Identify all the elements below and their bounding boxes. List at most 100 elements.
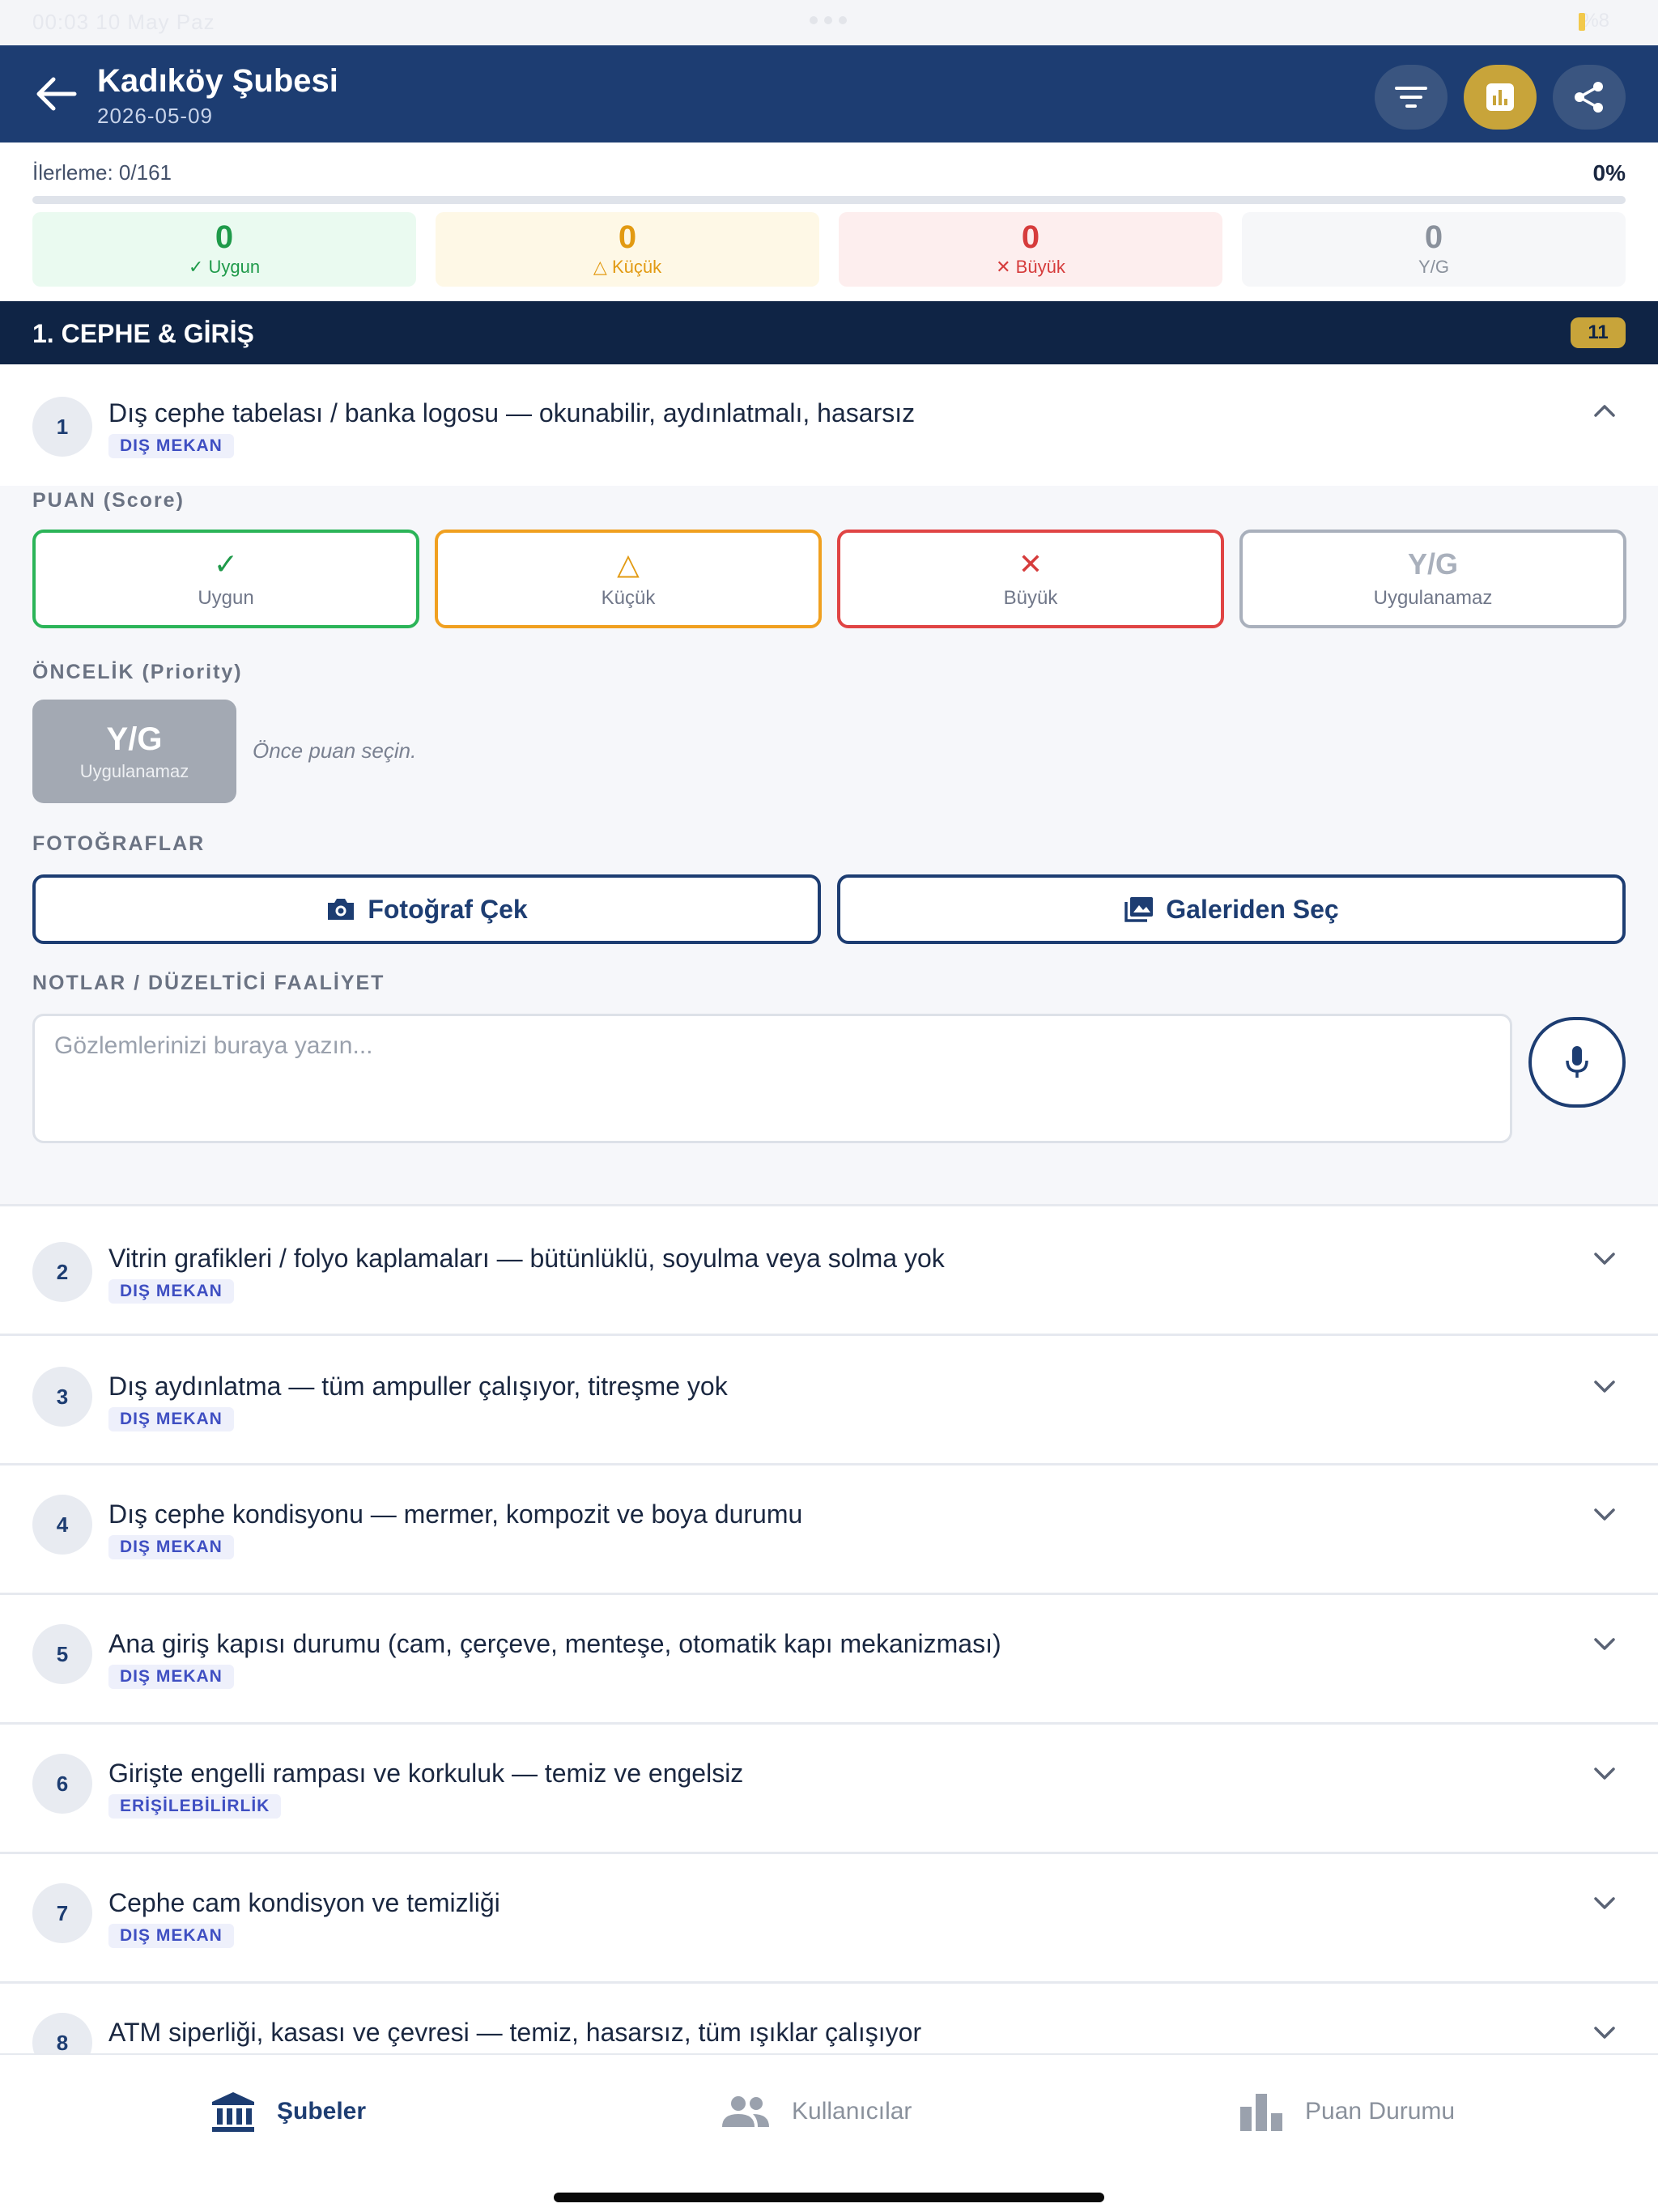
score-section-label: PUAN (Score) — [32, 489, 185, 512]
voice-input-button[interactable] — [1528, 1017, 1626, 1108]
nav-branches-label: Şubeler — [277, 2098, 367, 2125]
take-photo-button[interactable]: Fotoğraf Çek — [32, 874, 821, 944]
item-number: 1 — [32, 397, 92, 457]
item-text: Dış cephe kondisyonu — mermer, kompozit … — [108, 1499, 803, 1529]
section-title: 1. CEPHE & GİRİŞ — [32, 319, 254, 348]
chevron-up-icon[interactable] — [1593, 403, 1616, 418]
status-bar: 00:03 10 May Paz %8 — [0, 0, 1658, 45]
item-number: 3 — [32, 1367, 92, 1427]
photos-section-label: FOTOĞRAFLAR — [32, 832, 206, 855]
priority-section-label: ÖNCELİK (Priority) — [32, 661, 243, 683]
gallery-icon — [1124, 897, 1154, 922]
priority-chip: Y/G Uygulanamaz — [32, 700, 236, 803]
score-na-label: Uygulanamaz — [1373, 587, 1493, 609]
checklist-item-6[interactable]: 6 Girişte engelli rampası ve korkuluk — … — [0, 1725, 1658, 1854]
chevron-down-icon[interactable] — [1593, 2026, 1616, 2040]
counter-ok-value: 0 — [215, 219, 234, 255]
nav-scores[interactable]: Puan Durumu — [1239, 2087, 1455, 2136]
chevron-down-icon[interactable] — [1593, 1252, 1616, 1266]
nav-branches[interactable]: Şubeler — [210, 2087, 366, 2136]
item-tag: DIŞ MEKAN — [108, 1535, 234, 1559]
microphone-icon — [1566, 1046, 1588, 1078]
notes-input[interactable] — [54, 1032, 1490, 1125]
home-indicator[interactable] — [554, 2193, 1104, 2202]
item-text: Dış cephe tabelası / banka logosu — okun… — [108, 398, 916, 428]
priority-sub: Uygulanamaz — [79, 760, 189, 781]
section-header[interactable]: 1. CEPHE & GİRİŞ 11 — [0, 301, 1658, 364]
priority-value: Y/G — [106, 721, 163, 757]
report-button[interactable] — [1464, 65, 1537, 130]
score-major-button[interactable]: ✕ Büyük — [837, 530, 1224, 628]
priority-hint: Önce puan seçin. — [253, 738, 417, 763]
item-tag: DIŞ MEKAN — [108, 1279, 234, 1304]
counter-minor: 0 △ Küçük — [436, 212, 819, 287]
nav-users-label: Kullanıcılar — [792, 2098, 912, 2125]
report-chart-icon — [1486, 83, 1514, 111]
score-counters: 0 ✓ Uygun 0 △ Küçük 0 ✕ Büyük 0 Y/G — [32, 212, 1626, 287]
score-ok-button[interactable]: ✓ Uygun — [32, 530, 419, 628]
filter-icon — [1395, 87, 1427, 108]
score-minor-button[interactable]: △ Küçük — [435, 530, 822, 628]
item-text: Dış aydınlatma — tüm ampuller çalışıyor,… — [108, 1372, 728, 1401]
filter-button[interactable] — [1375, 65, 1448, 130]
checklist-item-5[interactable]: 5 Ana giriş kapısı durumu (cam, çerçeve,… — [0, 1595, 1658, 1725]
chevron-down-icon[interactable] — [1593, 1767, 1616, 1781]
share-button[interactable] — [1553, 65, 1626, 130]
checklist-item-3[interactable]: 3 Dış aydınlatma — tüm ampuller çalışıyo… — [0, 1336, 1658, 1465]
battery-icon — [1579, 13, 1585, 31]
item-text: ATM siperliği, kasası ve çevresi — temiz… — [108, 2018, 922, 2047]
chevron-down-icon[interactable] — [1593, 1896, 1616, 1911]
item-tag: DIŞ MEKAN — [108, 1924, 234, 1948]
share-icon — [1575, 82, 1603, 113]
score-ok-label: Uygun — [198, 587, 254, 609]
item-tag: ERİŞİLEBİLİRLİK — [108, 1794, 282, 1819]
checklist-item-7[interactable]: 7 Cephe cam kondisyon ve temizliği DIŞ M… — [0, 1854, 1658, 1984]
chevron-down-icon[interactable] — [1593, 1380, 1616, 1394]
item-text: Cephe cam kondisyon ve temizliği — [108, 1888, 500, 1917]
item-text: Ana giriş kapısı durumu (cam, çerçeve, m… — [108, 1629, 1001, 1658]
counter-na: 0 Y/G — [1242, 212, 1626, 287]
counter-ok: 0 ✓ Uygun — [32, 212, 416, 287]
checklist-item-2[interactable]: 2 Vitrin grafikleri / folyo kaplamaları … — [0, 1206, 1658, 1336]
item-number: 6 — [32, 1754, 92, 1814]
page-date: 2026-05-09 — [97, 104, 213, 128]
checklist-item-4[interactable]: 4 Dış cephe kondisyonu — mermer, kompozi… — [0, 1465, 1658, 1595]
score-na-button[interactable]: Y/G Uygulanamaz — [1239, 530, 1626, 628]
take-photo-label: Fotoğraf Çek — [368, 894, 528, 924]
item-number: 7 — [32, 1883, 92, 1943]
users-icon — [722, 2096, 769, 2127]
item-tag: DIŞ MEKAN — [108, 1407, 234, 1431]
bar-chart-icon — [1240, 2094, 1282, 2131]
progress-percent: 0% — [1592, 160, 1626, 185]
nav-users[interactable]: Kullanıcılar — [721, 2087, 912, 2136]
chevron-down-icon[interactable] — [1593, 1508, 1616, 1522]
cross-icon: ✕ — [1018, 547, 1044, 581]
counter-na-label: Y/G — [1418, 257, 1449, 277]
chevron-down-icon[interactable] — [1593, 1637, 1616, 1652]
item-1-detail-panel: PUAN (Score) ✓ Uygun △ Küçük ✕ Büyük Y/G… — [0, 486, 1658, 1206]
warning-triangle-icon: △ — [617, 547, 640, 581]
status-time: 00:03 10 May Paz — [32, 10, 215, 34]
multitasking-dots[interactable] — [810, 16, 847, 24]
item-text: Girişte engelli rampası ve korkuluk — te… — [108, 1759, 744, 1788]
item-text: Vitrin grafikleri / folyo kaplamaları — … — [108, 1244, 945, 1273]
back-arrow-icon[interactable] — [36, 76, 78, 112]
bank-icon — [212, 2092, 254, 2132]
camera-icon — [328, 899, 355, 920]
item-tag: DIŞ MEKAN — [108, 1665, 234, 1689]
check-icon: ✓ — [213, 547, 239, 581]
counter-na-value: 0 — [1424, 219, 1443, 255]
item-tag: DIŞ MEKAN — [108, 434, 234, 458]
notes-field-container — [32, 1014, 1512, 1143]
counter-major-label: ✕ Büyük — [996, 257, 1065, 277]
counter-minor-value: 0 — [618, 219, 637, 255]
section-count-badge: 11 — [1571, 317, 1626, 348]
score-na-code: Y/G — [1407, 547, 1458, 581]
choose-gallery-label: Galeriden Seç — [1166, 894, 1339, 924]
checklist-item-1[interactable]: 1 Dış cephe tabelası / banka logosu — ok… — [0, 364, 1658, 486]
choose-gallery-button[interactable]: Galeriden Seç — [837, 874, 1626, 944]
counter-minor-label: △ Küçük — [593, 257, 662, 277]
progress-bar — [32, 196, 1626, 204]
notes-section-label: NOTLAR / DÜZELTİCİ FAALİYET — [32, 972, 385, 994]
item-number: 2 — [32, 1242, 92, 1302]
